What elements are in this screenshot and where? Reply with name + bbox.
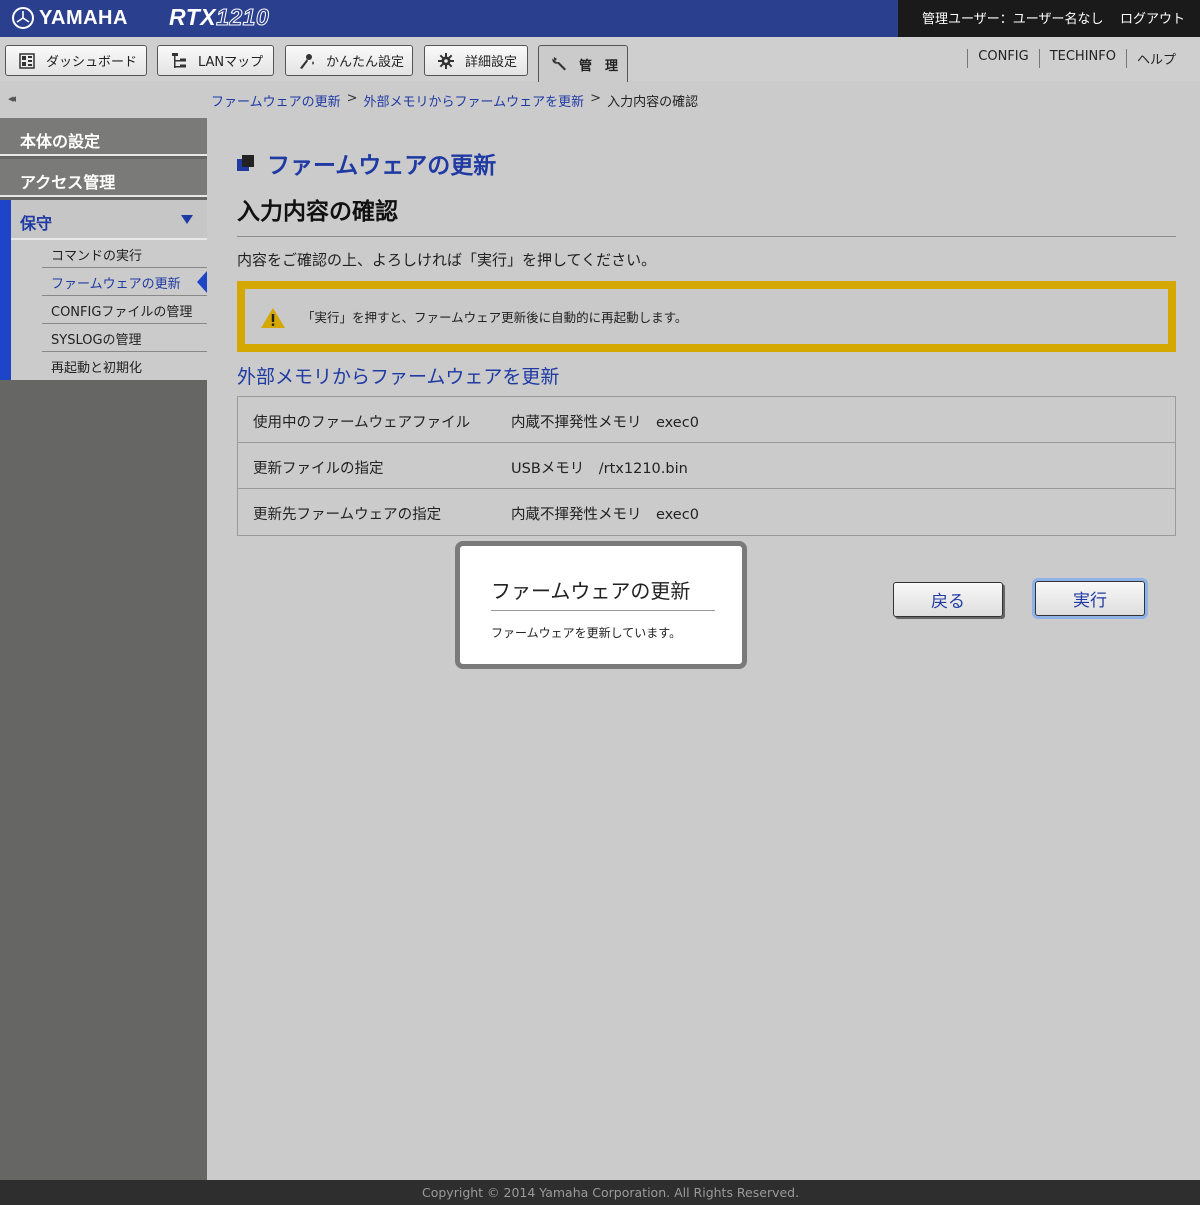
dashboard-icon — [18, 52, 36, 70]
copyright-text: Copyright © 2014 Yamaha Corporation. All… — [422, 1185, 800, 1200]
warning-box: 「実行」を押すと、ファームウェア更新後に自動的に再起動します。 — [237, 281, 1176, 352]
title-square-icon — [237, 154, 254, 172]
sidebar-subitem-firmware-update[interactable]: ファームウェアの更新 — [42, 268, 207, 296]
yamaha-logo[interactable]: YAMAHA — [12, 6, 128, 30]
instruction-text: 内容をご確認の上、よろしければ「実行」を押してください。 — [237, 251, 657, 269]
logout-link[interactable]: ログアウト — [1120, 8, 1185, 27]
row-label: 更新先ファームウェアの指定 — [253, 507, 442, 523]
tab-label: LANマップ — [198, 55, 264, 70]
top-header: YAMAHA RTX1210 管理ユーザー：ユーザー名なし ログアウト — [0, 0, 1200, 37]
model-name: RTX1210 — [169, 4, 269, 31]
main-nav: ダッシュボード LANマップ かんたん設定 詳細設定 管 理 CONFIG TE… — [0, 37, 1200, 82]
sidebar-item-access-management[interactable]: アクセス管理 — [0, 159, 207, 197]
row-label: 使用中のファームウェアファイル — [253, 415, 471, 431]
warning-text: 「実行」を押すと、ファームウェア更新後に自動的に再起動します。 — [302, 310, 688, 325]
row-label: 更新ファイルの指定 — [253, 461, 384, 477]
sidebar-subitem-config-file[interactable]: CONFIGファイルの管理 — [42, 296, 207, 324]
user-box: 管理ユーザー：ユーザー名なし ログアウト — [898, 0, 1200, 37]
execute-button[interactable]: 実行 — [1035, 581, 1145, 616]
breadcrumb-current: 入力内容の確認 — [607, 95, 699, 110]
wrench-icon — [551, 55, 569, 73]
breadcrumb-link-external-memory[interactable]: 外部メモリからファームウェアを更新 — [364, 91, 585, 110]
back-button[interactable]: 戻る — [893, 582, 1003, 617]
model-prefix: RTX — [169, 4, 217, 30]
model-number: 1210 — [216, 4, 270, 31]
collapse-sidebar-icon[interactable]: ◂◂ — [8, 92, 16, 105]
row-value: 内蔵不揮発性メモリ exec0 — [511, 415, 699, 431]
sidebar-subitem-run-command[interactable]: コマンドの実行 — [42, 240, 207, 268]
breadcrumb-separator: > — [346, 91, 358, 106]
lan-map-icon — [170, 52, 188, 70]
expand-triangle-icon — [181, 215, 193, 224]
page-title-text: ファームウェアの更新 — [267, 153, 497, 179]
tab-management[interactable]: 管 理 — [538, 45, 628, 82]
table-row: 使用中のファームウェアファイル 内蔵不揮発性メモリ exec0 — [238, 397, 1175, 443]
gear-icon — [437, 52, 455, 70]
breadcrumb: ファームウェアの更新 > 外部メモリからファームウェアを更新 > 入力内容の確認 — [211, 91, 698, 110]
sidebar-subitem-syslog[interactable]: SYSLOGの管理 — [42, 324, 207, 352]
techinfo-link[interactable]: TECHINFO — [1038, 49, 1126, 68]
sidebar-subitem-restart-init[interactable]: 再起動と初期化 — [42, 352, 207, 380]
utility-links: CONFIG TECHINFO ヘルプ — [967, 49, 1186, 68]
table-row: 更新ファイルの指定 USBメモリ /rtx1210.bin — [238, 443, 1175, 489]
tab-label: 管 理 — [579, 58, 619, 74]
sidebar-item-maintenance[interactable]: 保守 — [11, 200, 207, 240]
tab-label: 詳細設定 — [465, 55, 518, 70]
row-value: 内蔵不揮発性メモリ exec0 — [511, 507, 699, 523]
sidebar-item-label: 保守 — [20, 214, 53, 233]
table-row: 更新先ファームウェアの指定 内蔵不揮発性メモリ exec0 — [238, 489, 1175, 535]
sidebar-item-device-settings[interactable]: 本体の設定 — [0, 118, 207, 156]
wizard-icon — [298, 52, 316, 70]
breadcrumb-separator: > — [590, 91, 602, 106]
help-link[interactable]: ヘルプ — [1125, 49, 1186, 68]
brand-name: YAMAHA — [39, 6, 128, 29]
row-value: USBメモリ /rtx1210.bin — [511, 461, 688, 477]
dialog-title: ファームウェアの更新 — [491, 575, 715, 611]
progress-dialog: ファームウェアの更新 ファームウェアを更新しています。 — [455, 541, 747, 669]
page-title: ファームウェアの更新 — [237, 146, 496, 180]
sidebar-section-maintenance: 保守 コマンドの実行 ファームウェアの更新 CONFIGファイルの管理 SYSL… — [0, 200, 207, 380]
section-title: 外部メモリからファームウェアを更新 — [237, 366, 560, 388]
footer: Copyright © 2014 Yamaha Corporation. All… — [0, 1180, 1200, 1205]
tab-label: ダッシュボード — [46, 55, 138, 70]
breadcrumb-link-firmware-update[interactable]: ファームウェアの更新 — [211, 91, 341, 110]
tab-easy-setup[interactable]: かんたん設定 — [285, 45, 413, 76]
tab-advanced-settings[interactable]: 詳細設定 — [424, 45, 528, 76]
breadcrumb-row: ◂◂ ファームウェアの更新 > 外部メモリからファームウェアを更新 > 入力内容… — [0, 82, 1200, 118]
dialog-message: ファームウェアを更新しています。 — [491, 626, 682, 640]
tab-label: かんたん設定 — [326, 55, 405, 70]
tab-lan-map[interactable]: LANマップ — [157, 45, 274, 76]
config-link[interactable]: CONFIG — [967, 49, 1038, 68]
settings-table: 使用中のファームウェアファイル 内蔵不揮発性メモリ exec0 更新ファイルの指… — [237, 396, 1176, 536]
user-label: 管理ユーザー：ユーザー名なし — [922, 12, 1104, 27]
warning-icon — [260, 307, 286, 333]
active-indicator — [0, 200, 11, 380]
divider — [237, 236, 1176, 237]
page-subtitle: 入力内容の確認 — [237, 199, 398, 225]
tuning-fork-logo-icon — [12, 7, 34, 29]
tab-dashboard[interactable]: ダッシュボード — [5, 45, 147, 76]
sidebar: 本体の設定 アクセス管理 保守 コマンドの実行 ファームウェアの更新 CONFI… — [0, 118, 207, 1180]
